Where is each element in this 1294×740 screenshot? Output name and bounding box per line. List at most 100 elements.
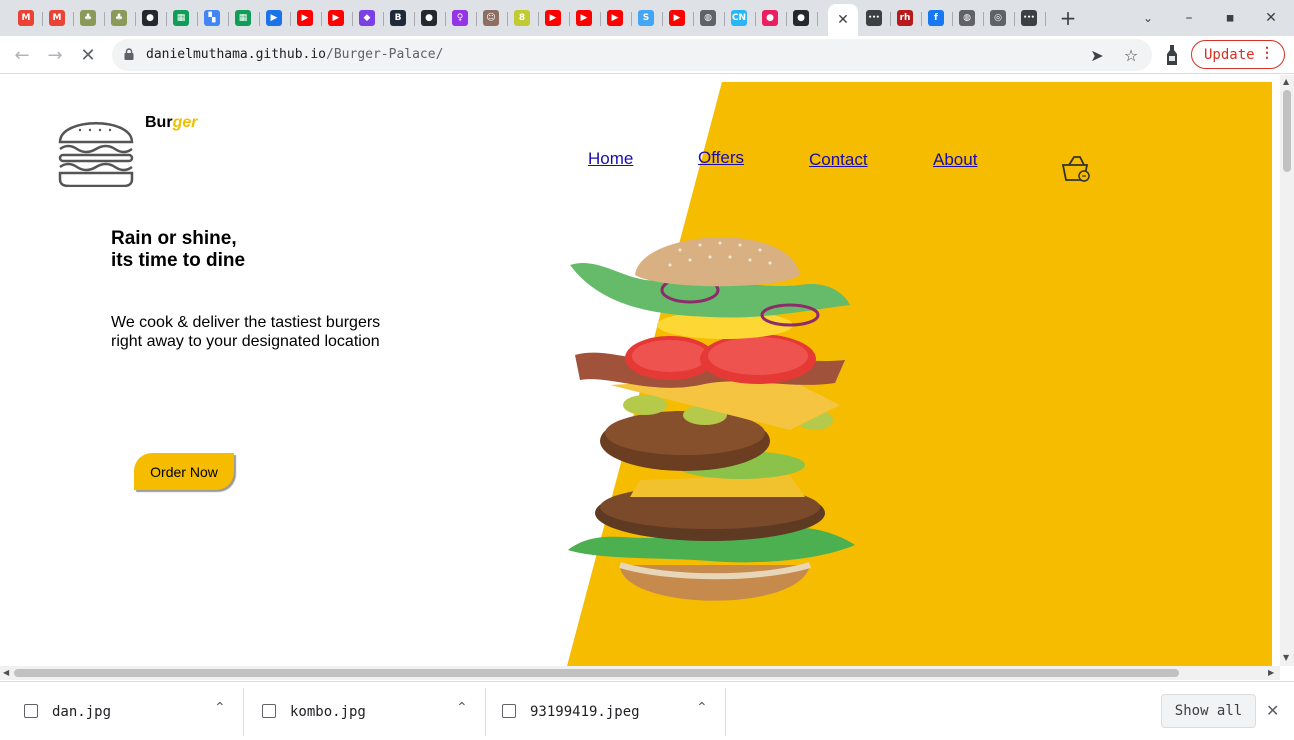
- chevron-up-icon[interactable]: ⌃: [456, 700, 468, 716]
- horizontal-scroll-thumb[interactable]: [14, 669, 1179, 677]
- github-icon: ●: [421, 10, 437, 26]
- vertical-scroll-thumb[interactable]: [1283, 90, 1291, 172]
- tab-separator: [228, 12, 229, 26]
- chevron-up-icon[interactable]: ⌃: [696, 700, 708, 716]
- tab-separator: [921, 12, 922, 26]
- nav-contact-link[interactable]: Contact: [809, 150, 868, 170]
- maximize-button[interactable]: ◼: [1218, 6, 1242, 30]
- browser-tab[interactable]: ●: [417, 6, 441, 30]
- url-text[interactable]: danielmuthama.github.io/Burger-Palace/: [146, 47, 443, 62]
- diamond-icon: ◆: [359, 10, 375, 26]
- nav-offers-link[interactable]: Offers: [698, 148, 744, 168]
- browser-tab[interactable]: 8: [510, 6, 534, 30]
- back-button[interactable]: ←: [10, 43, 34, 67]
- browser-tab[interactable]: S: [634, 6, 658, 30]
- youtube-icon: ▶: [545, 10, 561, 26]
- tab-separator: [755, 12, 756, 26]
- browser-tab[interactable]: f: [924, 6, 948, 30]
- download-filename: kombo.jpg: [290, 704, 366, 720]
- scroll-left-arrow-icon[interactable]: ◀: [3, 668, 9, 677]
- tab-separator: [631, 12, 632, 26]
- close-window-button[interactable]: ✕: [1259, 6, 1283, 30]
- browser-tab[interactable]: ▶: [572, 6, 596, 30]
- download-item[interactable]: 93199419.jpeg ⌃: [484, 688, 726, 736]
- close-download-bar-icon[interactable]: ✕: [1266, 701, 1279, 720]
- browser-tab[interactable]: ☺: [479, 6, 503, 30]
- tab-separator: [569, 12, 570, 26]
- browser-tab[interactable]: ▚: [200, 6, 224, 30]
- browser-tab[interactable]: ●: [789, 6, 813, 30]
- shopping-basket-icon[interactable]: [1060, 153, 1092, 185]
- gmail-icon: M: [18, 10, 34, 26]
- browser-tab[interactable]: ◍: [955, 6, 979, 30]
- chevron-up-icon[interactable]: ⌃: [214, 700, 226, 716]
- browser-tab[interactable]: ♣: [76, 6, 100, 30]
- sheets-icon: ▦: [235, 10, 251, 26]
- rh-icon: rh: [897, 10, 913, 26]
- tab-separator: [786, 12, 787, 26]
- browser-tab[interactable]: ◆: [355, 6, 379, 30]
- scroll-up-arrow-icon[interactable]: ▲: [1283, 77, 1289, 86]
- show-all-button[interactable]: Show all: [1161, 694, 1256, 728]
- youtube-icon: ▶: [669, 10, 685, 26]
- browser-tab[interactable]: CN: [727, 6, 751, 30]
- active-tab[interactable]: ✕: [828, 4, 858, 36]
- nav-home-link[interactable]: Home: [588, 149, 633, 169]
- globe-icon: ◍: [959, 10, 975, 26]
- browser-tab[interactable]: ▦: [231, 6, 255, 30]
- browser-tab[interactable]: ♀: [448, 6, 472, 30]
- scroll-down-arrow-icon[interactable]: ▼: [1283, 653, 1289, 662]
- download-item[interactable]: kombo.jpg ⌃: [244, 688, 486, 736]
- stop-loading-button[interactable]: ✕: [76, 43, 100, 67]
- tab-separator: [352, 12, 353, 26]
- url-path: /Burger-Palace/: [326, 47, 444, 62]
- browser-tab[interactable]: M: [45, 6, 69, 30]
- browser-tab[interactable]: ●: [758, 6, 782, 30]
- browser-tab[interactable]: ▶: [262, 6, 286, 30]
- new-tab-button[interactable]: +: [1058, 6, 1078, 30]
- browser-tab[interactable]: ▶: [603, 6, 627, 30]
- tab-separator: [383, 12, 384, 26]
- scroll-right-arrow-icon[interactable]: ▶: [1268, 668, 1274, 677]
- update-button[interactable]: Update ⋮: [1191, 40, 1285, 69]
- browser-tab[interactable]: ◍: [696, 6, 720, 30]
- tab-separator: [507, 12, 508, 26]
- browser-tab[interactable]: ◎: [986, 6, 1010, 30]
- browser-tab[interactable]: ▦: [169, 6, 193, 30]
- close-tab-icon[interactable]: ✕: [837, 12, 849, 28]
- send-icon[interactable]: ➤: [1087, 45, 1107, 65]
- browser-tab[interactable]: •••: [862, 6, 886, 30]
- browser-tab[interactable]: ▶: [293, 6, 317, 30]
- tab-separator: [538, 12, 539, 26]
- browser-tab[interactable]: ▶: [665, 6, 689, 30]
- address-bar[interactable]: danielmuthama.github.io/Burger-Palace/ ➤…: [112, 39, 1152, 71]
- download-item[interactable]: dan.jpg ⌃: [2, 688, 244, 736]
- browser-tab[interactable]: ▶: [324, 6, 348, 30]
- github-icon: ●: [793, 10, 809, 26]
- browser-tab[interactable]: M: [14, 6, 38, 30]
- globe-icon: ◍: [700, 10, 716, 26]
- extension-icon[interactable]: [1160, 43, 1184, 67]
- browser-tab[interactable]: rh: [893, 6, 917, 30]
- browser-tab[interactable]: B: [386, 6, 410, 30]
- chrome-icon: ◎: [990, 10, 1006, 26]
- order-now-button[interactable]: Order Now: [134, 453, 234, 490]
- browser-tab[interactable]: ♣: [107, 6, 131, 30]
- horizontal-scrollbar[interactable]: ◀ ▶: [0, 666, 1280, 680]
- minimize-button[interactable]: –: [1177, 6, 1201, 30]
- tab-separator: [135, 12, 136, 26]
- browser-tab[interactable]: ●: [138, 6, 162, 30]
- forward-button[interactable]: →: [43, 43, 67, 67]
- tab-search-button[interactable]: ⌄: [1136, 6, 1160, 30]
- browser-tab[interactable]: ▶: [541, 6, 565, 30]
- nav-about-link[interactable]: About: [933, 150, 977, 170]
- tab-separator: [600, 12, 601, 26]
- colorful-app-icon: ▚: [204, 10, 220, 26]
- tab-separator: [662, 12, 663, 26]
- tab-separator: [476, 12, 477, 26]
- browser-tab[interactable]: •••: [1017, 6, 1041, 30]
- url-host: danielmuthama.github.io: [146, 47, 327, 62]
- vertical-scrollbar[interactable]: ▲ ▼: [1280, 75, 1294, 666]
- bookmark-star-icon[interactable]: ☆: [1121, 45, 1141, 65]
- burger-logo-icon: [58, 121, 134, 187]
